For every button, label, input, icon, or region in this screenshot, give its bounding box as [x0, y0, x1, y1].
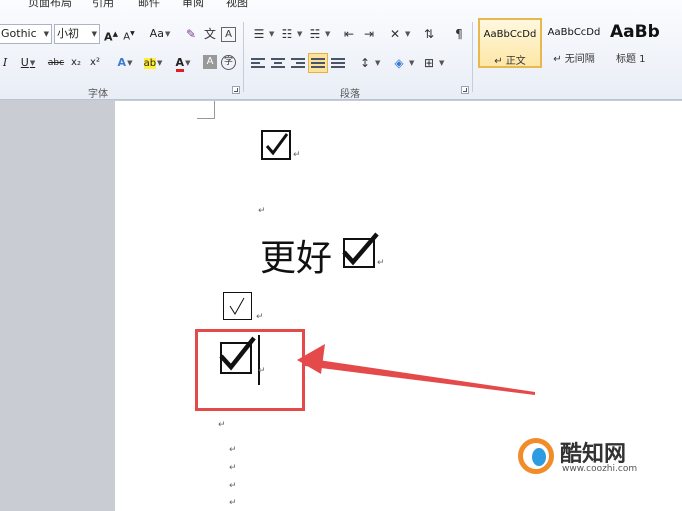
paragraph-mark: ↵ [229, 481, 237, 491]
style-sample: AaBbCcDd [483, 29, 537, 40]
checkbox-checked-bold-icon [261, 130, 291, 160]
line-spacing-icon[interactable]: ↕ [356, 53, 374, 73]
text-run: 更好 [260, 238, 333, 279]
shading-icon[interactable]: ◈ [390, 53, 408, 73]
chevron-down-icon: ▼ [91, 30, 97, 38]
group-divider [472, 22, 473, 92]
paragraph-mark: ↵ [258, 206, 266, 216]
text-cursor [258, 335, 260, 385]
font-size-value: 小初 [57, 27, 79, 40]
tab-mailings[interactable]: 邮件 [138, 0, 160, 10]
increase-indent-icon[interactable]: ⇥ [360, 24, 378, 44]
paragraph-mark: ↵ [229, 463, 237, 473]
watermark-logo-icon [518, 438, 554, 474]
shrink-font-button[interactable]: A▼ [122, 24, 136, 44]
font-name-select[interactable]: Gothic ▼ [0, 24, 52, 44]
pointer-arrow-icon [297, 344, 535, 395]
strikethrough-button[interactable]: abc [46, 53, 66, 73]
style-no-spacing[interactable]: AaBbCcDd ↵ 无间隔 [542, 18, 606, 68]
bullets-icon[interactable]: ☰ [250, 24, 268, 44]
style-sample: AaBbCcDd [547, 27, 601, 38]
paragraph-mark: ↵ [377, 258, 385, 268]
align-center-icon[interactable] [271, 58, 285, 70]
margin-corner-mark [197, 101, 215, 119]
tab-references[interactable]: 引用 [92, 0, 114, 10]
checkbox-checked-heavy-icon [219, 336, 256, 374]
style-name: ↵ 无间隔 [553, 54, 595, 65]
paragraph-mark: ↵ [218, 420, 226, 430]
paragraph-mark: ↵ [229, 498, 237, 508]
align-right-icon[interactable] [291, 58, 305, 70]
paragraph-mark: ↵ [256, 312, 264, 322]
highlight-color-button[interactable]: ab▼ [140, 53, 166, 73]
justify-icon [311, 58, 325, 70]
group-divider [243, 22, 244, 92]
subscript-button[interactable]: x₂ [69, 53, 83, 73]
superscript-button[interactable]: x² [88, 53, 102, 73]
phonetic-guide-icon[interactable]: 文 [201, 24, 219, 44]
font-dialog-launcher-icon[interactable] [232, 86, 240, 94]
style-heading-1[interactable]: AaBb 标题 1 [606, 18, 682, 68]
paragraph-mark: ↵ [293, 150, 301, 160]
numbering-icon[interactable]: ☷ [278, 24, 296, 44]
tab-review[interactable]: 审阅 [182, 0, 204, 10]
chevron-down-icon: ▼ [43, 30, 49, 38]
borders-icon[interactable]: ⊞ [420, 53, 438, 73]
checkbox-checked-heavy-icon [342, 232, 379, 268]
ribbon: 页面布局 引用 邮件 审阅 视图 Gothic ▼ 小初 ▼ A▲ A▼ Aa▼ ✎… [0, 0, 682, 100]
distributed-icon[interactable] [331, 58, 345, 70]
justify-button[interactable] [308, 53, 328, 73]
change-case-button[interactable]: Aa▼ [146, 24, 174, 44]
font-size-select[interactable]: 小初 ▼ [54, 24, 100, 44]
align-left-icon[interactable] [251, 58, 265, 70]
paragraph-dialog-launcher-icon[interactable] [461, 86, 469, 94]
style-name: 标题 1 [616, 54, 646, 65]
style-name: ↵ 正文 [494, 56, 526, 67]
text-effects-button[interactable]: A▼ [112, 53, 138, 73]
sort-icon[interactable]: ⇅ [420, 24, 438, 44]
asian-layout-icon[interactable]: ✕ [386, 24, 404, 44]
paragraph-mark: ↵ [229, 445, 237, 455]
underline-button[interactable]: U▼ [18, 53, 38, 73]
font-group-label: 字体 [88, 89, 108, 100]
checkbox-checked-thin-icon [223, 292, 252, 320]
decrease-indent-icon[interactable]: ⇤ [340, 24, 358, 44]
style-sample: AaBb [610, 22, 660, 42]
char-shading-icon[interactable]: A [203, 55, 217, 69]
char-border-icon[interactable]: A [221, 27, 236, 42]
styles-gallery: AaBbCcDd ↵ 正文 AaBbCcDd ↵ 无间隔 AaBb 标题 1 [478, 18, 682, 70]
ribbon-tabs: 页面布局 引用 邮件 审阅 视图 [0, 0, 682, 10]
tab-view[interactable]: 视图 [226, 0, 248, 10]
paragraph-mark: ↵ [258, 366, 266, 376]
watermark-site: www.coozhi.com [562, 464, 638, 474]
show-marks-icon[interactable]: ¶ [450, 24, 468, 44]
paragraph-group-label: 段落 [340, 89, 360, 100]
multilevel-list-icon[interactable]: ☵ [306, 24, 324, 44]
italic-button[interactable]: I [0, 53, 10, 73]
tab-page-layout[interactable]: 页面布局 [28, 0, 72, 10]
document-text-line: 更好 [260, 229, 332, 281]
watermark: 酷知网 www.coozhi.com [518, 436, 668, 482]
enclose-char-icon[interactable]: 字 [221, 55, 236, 70]
font-name-value: Gothic [1, 27, 37, 40]
font-color-button[interactable]: A▼ [170, 53, 196, 73]
clear-format-icon[interactable]: ✎ [182, 24, 200, 44]
style-normal[interactable]: AaBbCcDd ↵ 正文 [478, 18, 542, 68]
grow-font-button[interactable]: A▲ [104, 24, 118, 44]
